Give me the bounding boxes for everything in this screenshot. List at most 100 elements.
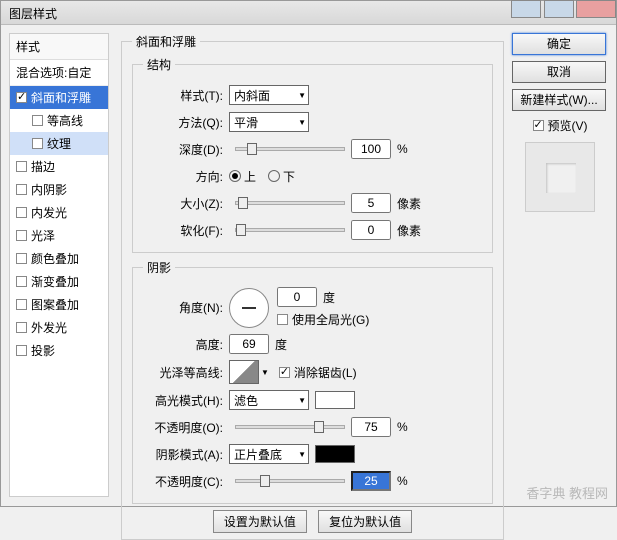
sidebar-item-label: 纹理 [47, 135, 71, 152]
gloss-label: 光泽等高线: [143, 364, 223, 381]
preview-label: 预览(V) [548, 117, 588, 134]
sidebar-item-label: 渐变叠加 [31, 273, 79, 290]
sidebar-item-label: 等高线 [47, 112, 83, 129]
reset-default-button[interactable]: 复位为默认值 [318, 510, 412, 533]
direction-up-radio[interactable] [229, 170, 241, 182]
technique-label: 方法(Q): [143, 114, 223, 131]
shadow-color-swatch[interactable] [315, 445, 355, 463]
soften-input[interactable] [351, 220, 391, 240]
sidebar-item[interactable]: 外发光 [10, 316, 108, 339]
sidebar-item[interactable]: 颜色叠加 [10, 247, 108, 270]
highlight-color-swatch[interactable] [315, 391, 355, 409]
global-light-label: 使用全局光(G) [292, 311, 369, 328]
shadow-opacity-label: 不透明度(C): [143, 473, 223, 490]
altitude-input[interactable] [229, 334, 269, 354]
direction-down-radio[interactable] [268, 170, 280, 182]
sidebar-item-label: 内发光 [31, 204, 67, 221]
chevron-down-icon: ▼ [298, 118, 306, 127]
soften-unit: 像素 [397, 222, 421, 239]
soften-label: 软化(F): [143, 222, 223, 239]
sidebar-item[interactable]: 渐变叠加 [10, 270, 108, 293]
depth-unit: % [397, 142, 408, 156]
effect-checkbox[interactable] [16, 322, 27, 333]
style-dropdown[interactable]: 内斜面 ▼ [229, 85, 309, 105]
depth-label: 深度(D): [143, 141, 223, 158]
highlight-opacity-label: 不透明度(O): [143, 419, 223, 436]
sidebar-item[interactable]: 纹理 [10, 132, 108, 155]
sidebar-item-label: 光泽 [31, 227, 55, 244]
shadow-opacity-slider[interactable] [235, 479, 345, 483]
antialias-label: 消除锯齿(L) [294, 364, 357, 381]
soften-slider[interactable] [235, 228, 345, 232]
effect-checkbox[interactable] [16, 184, 27, 195]
size-unit: 像素 [397, 195, 421, 212]
sidebar-item[interactable]: 斜面和浮雕 [10, 86, 108, 109]
global-light-checkbox[interactable] [277, 314, 288, 325]
sidebar-item[interactable]: 内发光 [10, 201, 108, 224]
angle-picker[interactable] [229, 288, 269, 328]
maximize-button[interactable] [544, 0, 574, 18]
direction-up-label: 上 [244, 168, 256, 185]
minimize-button[interactable] [511, 0, 541, 18]
sidebar-item[interactable]: 投影 [10, 339, 108, 362]
effect-checkbox[interactable] [16, 345, 27, 356]
shadow-mode-dropdown[interactable]: 正片叠底 ▼ [229, 444, 309, 464]
preview-checkbox[interactable] [533, 120, 544, 131]
sidebar-item-label: 描边 [31, 158, 55, 175]
chevron-down-icon: ▼ [298, 450, 306, 459]
effect-checkbox[interactable] [16, 276, 27, 287]
effect-checkbox[interactable] [16, 230, 27, 241]
effect-checkbox[interactable] [16, 161, 27, 172]
effect-checkbox[interactable] [16, 253, 27, 264]
depth-input[interactable] [351, 139, 391, 159]
chevron-down-icon[interactable]: ▼ [261, 368, 269, 377]
style-label: 样式(T): [143, 87, 223, 104]
shadow-mode-label: 阴影模式(A): [143, 446, 223, 463]
depth-slider[interactable] [235, 147, 345, 151]
technique-dropdown[interactable]: 平滑 ▼ [229, 112, 309, 132]
titlebar: 图层样式 [1, 1, 616, 25]
highlight-mode-dropdown[interactable]: 滤色 ▼ [229, 390, 309, 410]
new-style-button[interactable]: 新建样式(W)... [512, 89, 606, 111]
sidebar-item[interactable]: 光泽 [10, 224, 108, 247]
shading-group: 阴影 角度(N): 度 使用全局光(G) [132, 259, 493, 504]
ok-button[interactable]: 确定 [512, 33, 606, 55]
sidebar-item[interactable]: 描边 [10, 155, 108, 178]
structure-group: 结构 样式(T): 内斜面 ▼ 方法(Q): 平滑 ▼ [132, 56, 493, 253]
sidebar-item-label: 斜面和浮雕 [31, 89, 91, 106]
highlight-opacity-unit: % [397, 420, 408, 434]
sidebar-item[interactable]: 等高线 [10, 109, 108, 132]
effect-checkbox[interactable] [32, 115, 43, 126]
gloss-contour-picker[interactable] [229, 360, 259, 384]
shadow-opacity-input[interactable] [351, 471, 391, 491]
close-button[interactable] [576, 0, 616, 18]
window-title: 图层样式 [9, 7, 57, 21]
altitude-label: 高度: [143, 336, 223, 353]
antialias-checkbox[interactable] [279, 367, 290, 378]
window-controls [512, 0, 616, 21]
highlight-mode-label: 高光模式(H): [143, 392, 223, 409]
chevron-down-icon: ▼ [298, 91, 306, 100]
angle-input[interactable] [277, 287, 317, 307]
set-default-button[interactable]: 设置为默认值 [213, 510, 307, 533]
highlight-opacity-input[interactable] [351, 417, 391, 437]
cancel-button[interactable]: 取消 [512, 61, 606, 83]
highlight-opacity-slider[interactable] [235, 425, 345, 429]
sidebar-item[interactable]: 内阴影 [10, 178, 108, 201]
structure-legend: 结构 [143, 56, 175, 73]
sidebar-item-label: 投影 [31, 342, 55, 359]
main-panel: 斜面和浮雕 结构 样式(T): 内斜面 ▼ 方法(Q): 平滑 [117, 33, 508, 497]
effect-checkbox[interactable] [16, 92, 27, 103]
size-label: 大小(Z): [143, 195, 223, 212]
effect-checkbox[interactable] [16, 207, 27, 218]
sidebar-header: 样式 [10, 34, 108, 60]
direction-down-label: 下 [283, 168, 295, 185]
size-input[interactable] [351, 193, 391, 213]
sidebar-item-label: 图案叠加 [31, 296, 79, 313]
sidebar-item-label: 外发光 [31, 319, 67, 336]
sidebar-item[interactable]: 图案叠加 [10, 293, 108, 316]
size-slider[interactable] [235, 201, 345, 205]
effect-checkbox[interactable] [16, 299, 27, 310]
blending-options[interactable]: 混合选项:自定 [10, 60, 108, 86]
effect-checkbox[interactable] [32, 138, 43, 149]
